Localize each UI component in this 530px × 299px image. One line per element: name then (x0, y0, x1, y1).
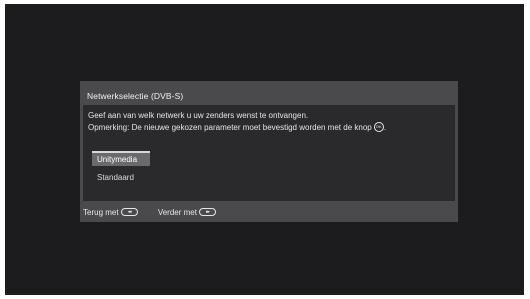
instruction-text: Geef aan van welk netwerk u uw zenders w… (88, 110, 386, 134)
network-selection-dialog: Netwerkselectie (DVB-S) Geef aan van wel… (80, 81, 458, 222)
ok-icon-label: OK (375, 124, 382, 129)
next-label: Verder met (157, 208, 197, 217)
next-hint[interactable]: Verder met ▸▸ (158, 208, 216, 217)
instruction-line-1: Geef aan van welk netwerk u uw zenders w… (88, 111, 309, 120)
dialog-footer: Terug met ◂◂ Verder met ▸▸ (83, 208, 216, 217)
back-hint[interactable]: Terug met ◂◂ (83, 208, 138, 217)
instruction-line-2-text: Opmerking: De nieuwe gekozen parameter m… (88, 123, 372, 132)
fast-forward-icon: ▸▸ (198, 208, 216, 216)
instruction-line-2-end: . (383, 123, 386, 132)
rewind-icon: ◂◂ (120, 208, 138, 216)
tv-screen: Netwerkselectie (DVB-S) Geef aan van wel… (5, 4, 524, 295)
dialog-body: Geef aan van welk netwerk u uw zenders w… (83, 105, 455, 201)
instruction-line-2: Opmerking: De nieuwe gekozen parameter m… (88, 122, 386, 134)
network-option-standaard[interactable]: Standaard (92, 171, 150, 185)
fast-forward-glyph: ▸▸ (205, 209, 210, 215)
rewind-glyph: ◂◂ (127, 209, 132, 215)
back-label: Terug met (83, 208, 119, 217)
ok-button-icon: OK (373, 122, 384, 132)
network-option-unitymedia[interactable]: Unitymedia (92, 151, 150, 166)
dialog-title: Netwerkselectie (DVB-S) (87, 91, 184, 101)
